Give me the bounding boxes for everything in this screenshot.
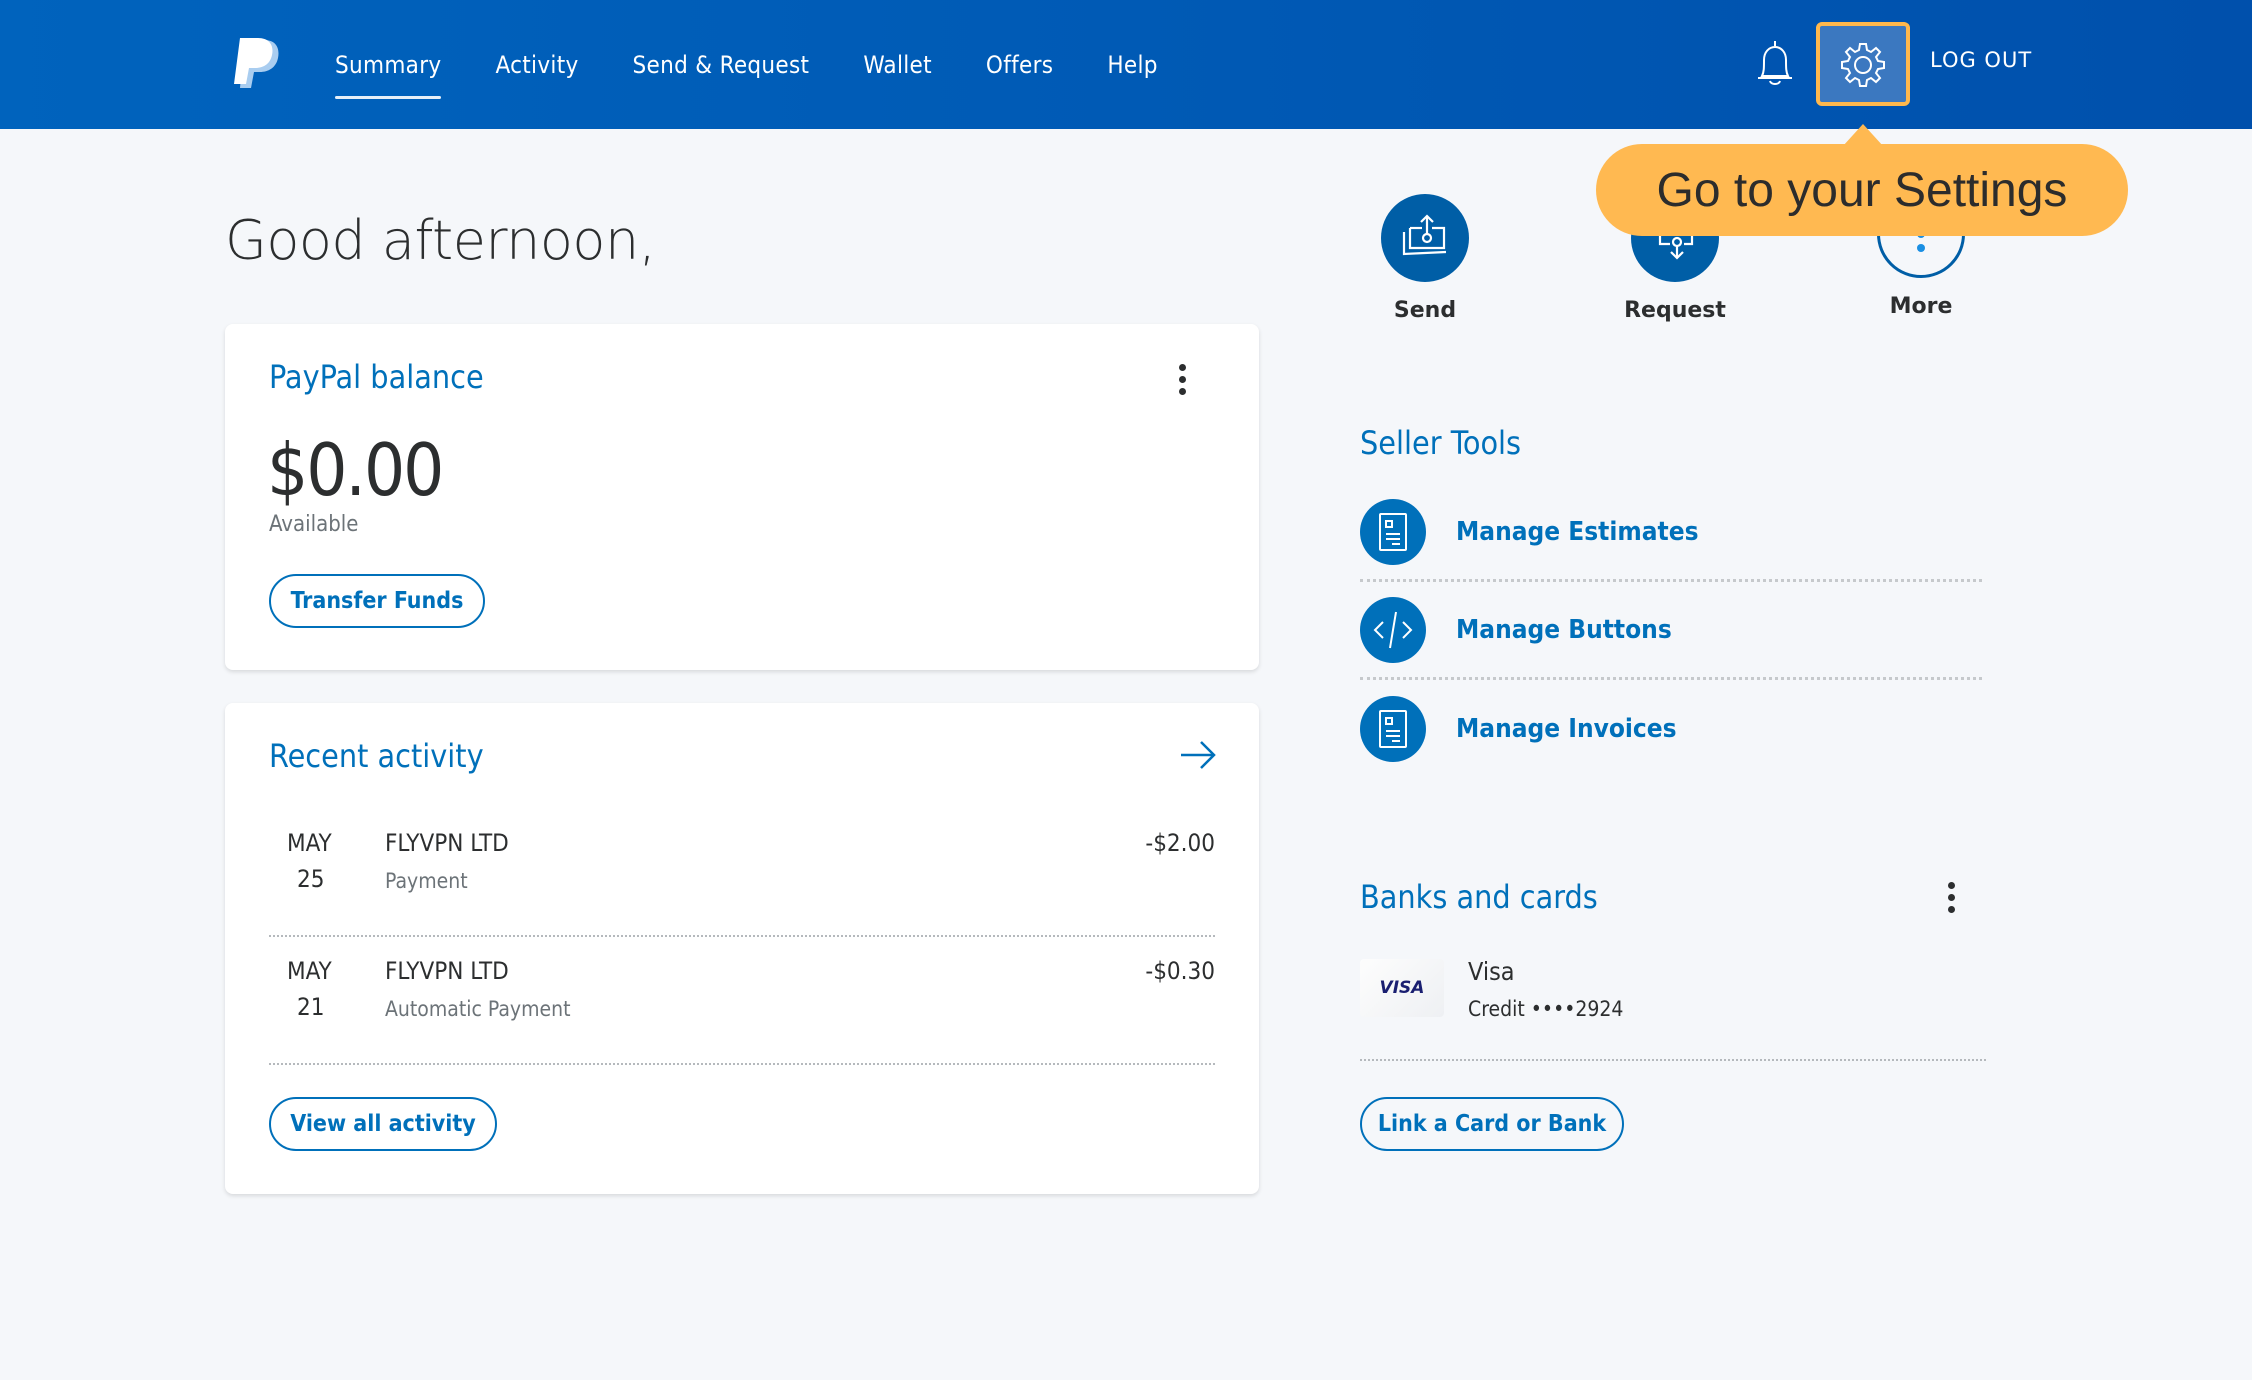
- balance-amount: $0.00: [267, 428, 444, 512]
- nav-wallet[interactable]: Wallet: [863, 0, 932, 129]
- card-name: Visa: [1468, 957, 1515, 986]
- recent-activity-card: Recent activity MAY 25 FLYVPN LTD Paymen…: [225, 703, 1259, 1194]
- activity-amount: -$2.00: [1145, 829, 1215, 857]
- settings-tooltip: Go to your Settings: [1596, 124, 2128, 236]
- activity-type: Automatic Payment: [385, 997, 571, 1021]
- activity-month: MAY: [287, 829, 332, 857]
- seller-tool-manage-invoices[interactable]: Manage Invoices: [1360, 680, 1982, 778]
- seller-tool-label: Manage Invoices: [1456, 714, 1677, 744]
- recent-activity-title[interactable]: Recent activity: [269, 737, 484, 775]
- card-row-visa[interactable]: VISA Visa Credit ••••2924: [1360, 953, 1986, 1061]
- seller-tool-manage-buttons[interactable]: Manage Buttons: [1360, 582, 1982, 680]
- nav-send-request[interactable]: Send & Request: [633, 0, 810, 129]
- arrow-right-icon[interactable]: [1179, 739, 1217, 771]
- seller-tool-label: Manage Estimates: [1456, 516, 1699, 547]
- link-card-or-bank-button[interactable]: Link a Card or Bank: [1360, 1097, 1624, 1151]
- seller-tools-title: Seller Tools: [1360, 424, 1522, 462]
- tooltip-text: Go to your Settings: [1656, 163, 2068, 217]
- banks-and-cards-title[interactable]: Banks and cards: [1360, 878, 1598, 916]
- activity-day: 25: [297, 865, 325, 893]
- nav-help[interactable]: Help: [1107, 0, 1157, 129]
- document-icon: [1360, 498, 1426, 565]
- code-icon: [1360, 596, 1426, 663]
- bell-icon[interactable]: [1752, 38, 1798, 88]
- nav-offers[interactable]: Offers: [986, 0, 1053, 129]
- activity-merchant: FLYVPN LTD: [385, 829, 509, 857]
- balance-more-options-icon[interactable]: [1172, 364, 1192, 404]
- top-navigation-bar: Summary Activity Send & Request Wallet O…: [0, 0, 2252, 129]
- document-icon: [1360, 696, 1426, 762]
- activity-month: MAY: [287, 957, 332, 985]
- balance-available-label: Available: [269, 512, 359, 537]
- main-nav: Summary Activity Send & Request Wallet O…: [335, 0, 1212, 129]
- balance-card: PayPal balance $0.00 Available Transfer …: [225, 324, 1259, 670]
- visa-logo: VISA: [1360, 959, 1444, 1017]
- activity-amount: -$0.30: [1145, 957, 1215, 985]
- gear-icon: [1841, 43, 1885, 87]
- greeting-heading: Good afternoon, 袁: [225, 209, 669, 272]
- seller-tool-manage-estimates[interactable]: Manage Estimates: [1360, 484, 1982, 582]
- logout-link[interactable]: LOG OUT: [1930, 48, 2032, 72]
- paypal-logo[interactable]: [234, 38, 282, 90]
- activity-row[interactable]: MAY 21 FLYVPN LTD Automatic Payment -$0.…: [269, 937, 1215, 1065]
- banks-more-options-icon[interactable]: [1941, 882, 1961, 922]
- settings-button[interactable]: [1816, 22, 1910, 106]
- seller-tool-label: Manage Buttons: [1456, 614, 1672, 645]
- send-money-icon: [1381, 194, 1469, 282]
- view-all-activity-button[interactable]: View all activity: [269, 1097, 497, 1151]
- activity-type: Payment: [385, 869, 468, 893]
- send-label: Send: [1393, 298, 1457, 323]
- activity-row[interactable]: MAY 25 FLYVPN LTD Payment -$2.00: [269, 809, 1215, 937]
- transfer-funds-button[interactable]: Transfer Funds: [269, 574, 485, 628]
- nav-summary[interactable]: Summary: [335, 0, 442, 129]
- send-action[interactable]: Send: [1345, 194, 1505, 323]
- balance-card-title[interactable]: PayPal balance: [269, 358, 484, 396]
- activity-day: 21: [297, 993, 325, 1021]
- nav-activity[interactable]: Activity: [495, 0, 578, 129]
- activity-merchant: FLYVPN LTD: [385, 957, 509, 985]
- more-label: More: [1889, 294, 1953, 319]
- card-detail: Credit ••••2924: [1468, 997, 1624, 1021]
- request-label: Request: [1624, 298, 1726, 323]
